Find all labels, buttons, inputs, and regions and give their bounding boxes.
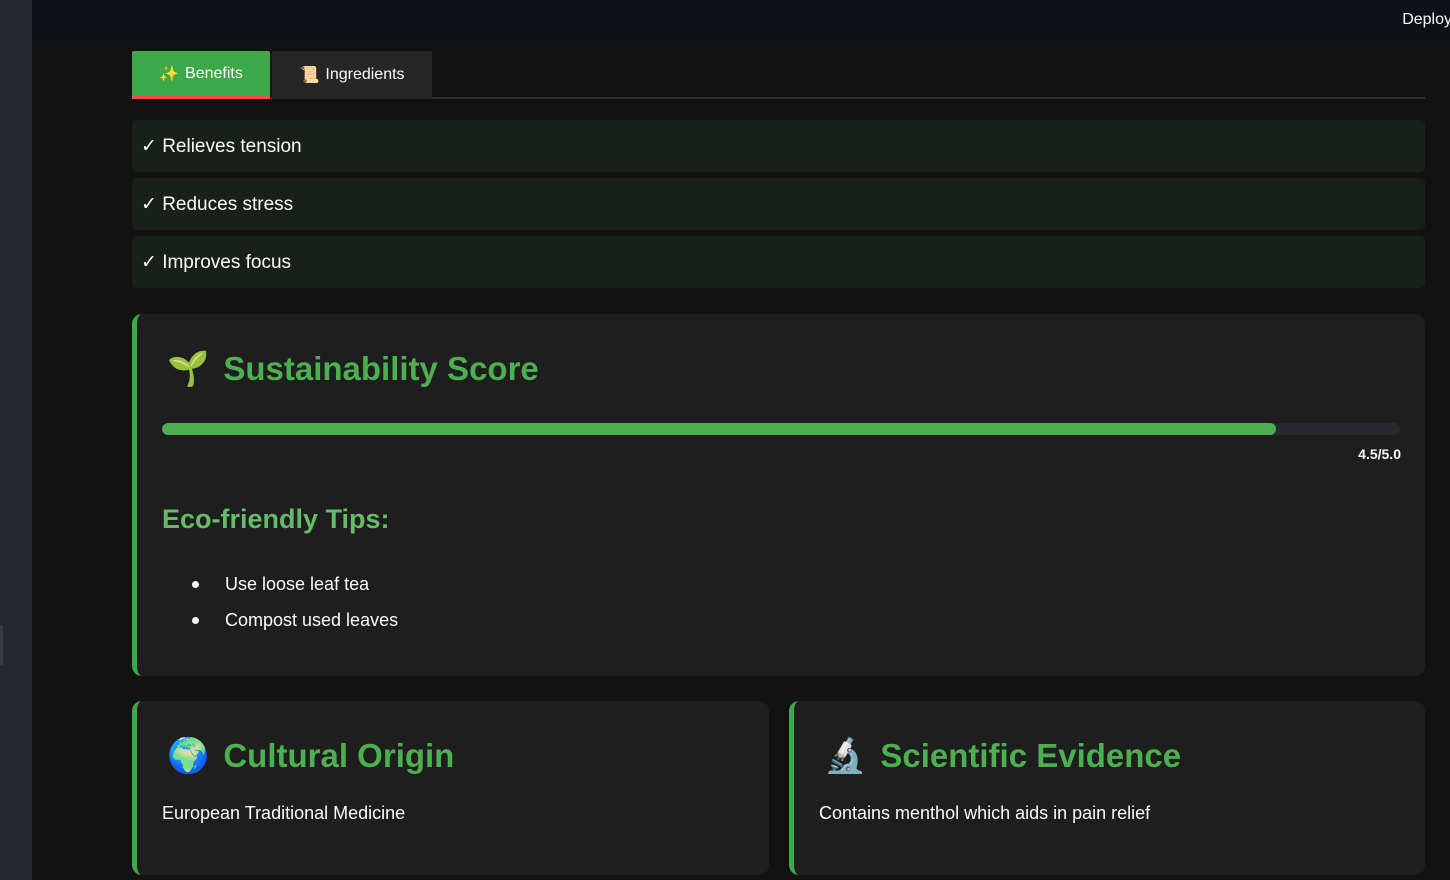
benefit-item: ✓ Improves focus (132, 236, 1425, 288)
eco-tip-text: Use loose leaf tea (225, 573, 370, 594)
scientific-evidence-text: Contains menthol which aids in pain reli… (819, 803, 1151, 823)
bullet-icon (192, 580, 199, 588)
cultural-origin-title: Cultural Origin (223, 737, 455, 774)
eco-tip-text: Compost used leaves (225, 609, 399, 630)
sustainability-header: 🌱 Sustainability Score (167, 350, 539, 388)
list-item: Compost used leaves (192, 602, 398, 638)
benefit-item: ✓ Reduces stress (132, 178, 1425, 230)
sidebar-resize-handle[interactable] (0, 625, 3, 665)
globe-icon: 🌍 (167, 737, 210, 775)
top-header: Deploy (32, 0, 1450, 44)
scientific-evidence-card: 🔬 Scientific Evidence Contains menthol w… (789, 701, 1425, 875)
cultural-origin-card: 🌍 Cultural Origin European Traditional M… (132, 701, 769, 875)
tab-benefits[interactable]: ✨ Benefits (132, 51, 270, 99)
tab-bar: ✨ Benefits 📜 Ingredients (132, 51, 1425, 99)
seedling-icon: 🌱 (167, 350, 210, 388)
tab-ingredients[interactable]: 📜 Ingredients (272, 51, 432, 99)
tab-ingredients-label: Ingredients (325, 66, 405, 83)
main-content: ✨ Benefits 📜 Ingredients ✓ Relieves tens… (32, 44, 1450, 880)
scroll-icon: 📜 (299, 67, 320, 84)
eco-tips-list: Use loose leaf tea Compost used leaves (192, 566, 398, 638)
scientific-evidence-header: 🔬 Scientific Evidence (824, 737, 1181, 775)
sustainability-score-label: 4.5/5.0 (1358, 446, 1401, 462)
list-item: Use loose leaf tea (192, 566, 398, 602)
benefit-item: ✓ Relieves tension (132, 120, 1425, 172)
collapsed-sidebar (0, 0, 32, 880)
sparkles-icon: ✨ (159, 65, 180, 83)
sustainability-progress-bar (162, 423, 1400, 435)
tab-benefits-label: Benefits (185, 64, 243, 82)
scientific-evidence-title: Scientific Evidence (880, 737, 1182, 774)
sustainability-progress-fill (162, 423, 1277, 435)
sustainability-title: Sustainability Score (223, 350, 539, 387)
microscope-icon: 🔬 (824, 737, 867, 775)
cultural-origin-header: 🌍 Cultural Origin (167, 737, 454, 775)
cultural-origin-text: European Traditional Medicine (162, 803, 406, 823)
deploy-button[interactable]: Deploy (1402, 11, 1450, 29)
sustainability-card: 🌱 Sustainability Score 4.5/5.0 Eco-frien… (132, 314, 1425, 676)
eco-tips-title: Eco-friendly Tips: (162, 504, 390, 534)
bullet-icon (192, 616, 199, 624)
